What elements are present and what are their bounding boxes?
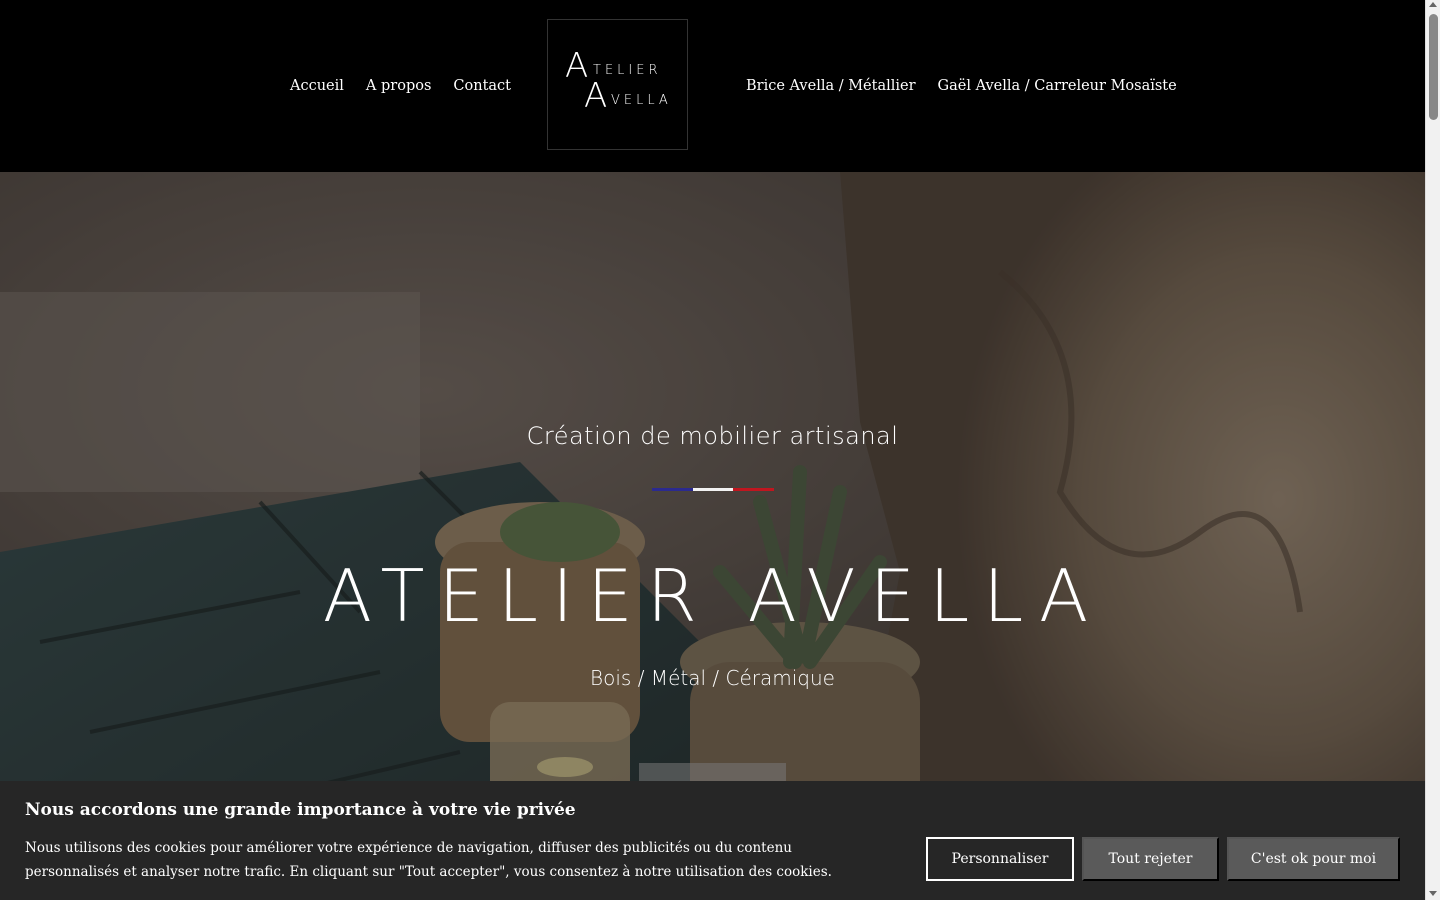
logo-initial-2: A [584,76,608,116]
site-header: Accueil A propos Contact A TELIER A VELL… [0,0,1425,172]
french-flag-divider [652,488,775,491]
cookie-banner-title: Nous accordons une grande importance à v… [25,800,576,820]
reject-all-cookies-button[interactable]: Tout rejeter [1082,837,1219,881]
nav-link-accueil[interactable]: Accueil [290,78,344,94]
scrollbar-thumb[interactable] [1429,14,1438,120]
customize-cookies-button[interactable]: Personnaliser [926,837,1074,881]
hero-subtitle: Création de mobilier artisanal [526,422,899,450]
hero-title: ATELIER AVELLA [322,554,1103,638]
nav-link-a-propos[interactable]: A propos [366,78,431,94]
page-scrollbar[interactable] [1425,0,1440,900]
cookie-consent-banner: Nous accordons une grande importance à v… [0,781,1425,900]
accept-cookies-button[interactable]: C'est ok pour moi [1227,837,1400,881]
scroll-down-arrow-icon[interactable] [1429,891,1437,896]
flag-red-stripe [733,488,775,491]
flag-white-stripe [692,488,734,491]
nav-link-brice-avella[interactable]: Brice Avella / Métallier [746,78,916,94]
scroll-up-arrow-icon[interactable] [1429,2,1437,7]
site-logo[interactable]: A TELIER A VELLA [547,19,688,150]
hero-tagline: Bois / Métal / Céramique [590,666,835,690]
flag-blue-stripe [652,488,693,491]
cookie-banner-text: Nous utilisons des cookies pour améliore… [25,840,832,880]
logo-word-2: VELLA [611,93,672,108]
nav-link-contact[interactable]: Contact [453,78,511,94]
primary-nav-left: Accueil A propos Contact [290,78,511,94]
nav-link-gael-avella[interactable]: Gaël Avella / Carreleur Mosaïste [938,78,1177,94]
primary-nav-right: Brice Avella / Métallier Gaël Avella / C… [746,78,1177,94]
